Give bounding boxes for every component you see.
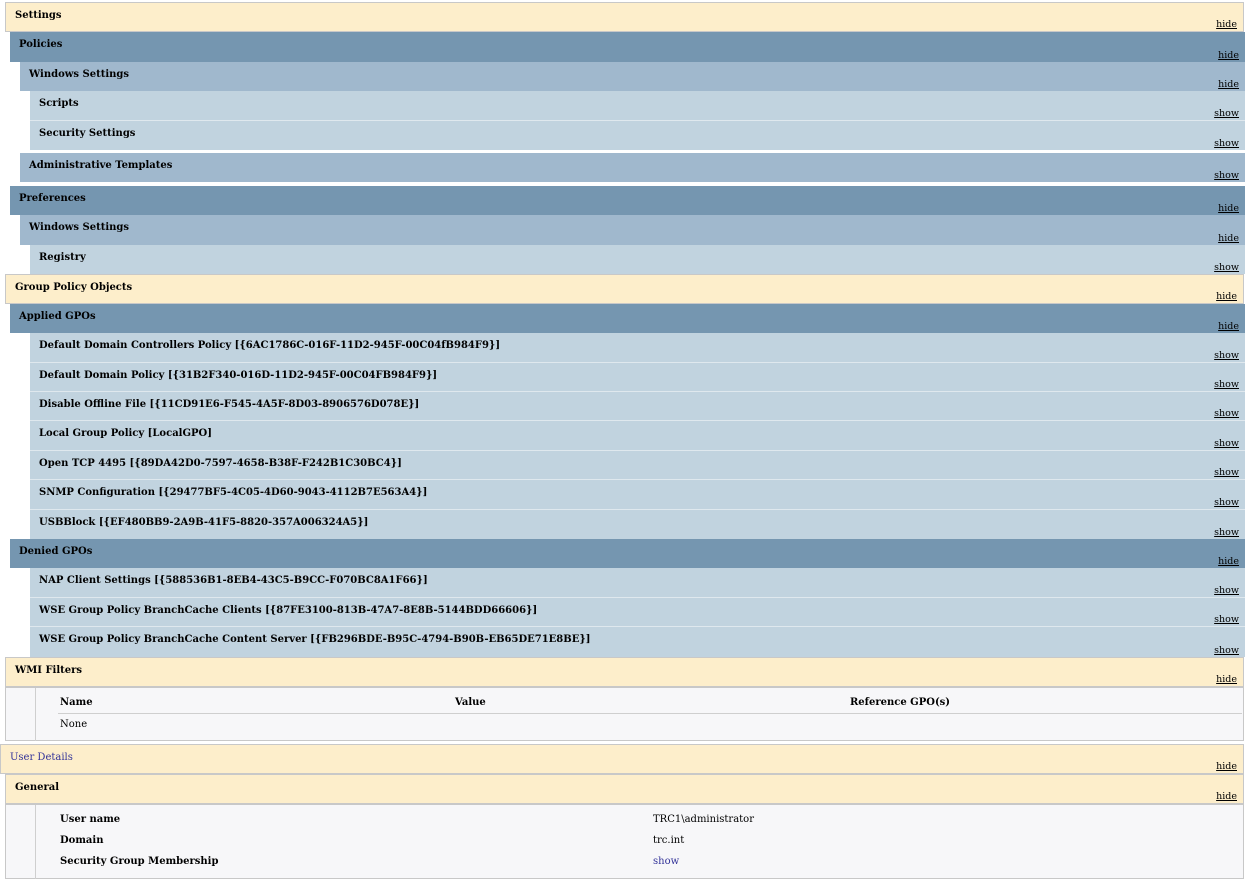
hide-link[interactable]: hide (1216, 291, 1237, 302)
list-item-applied-gpo: USBBlock [{EF480BB9-2A9B-41F5-8820-357A0… (30, 510, 1245, 539)
list-item-denied-gpo: WSE Group Policy BranchCache Clients [{8… (30, 598, 1245, 627)
section-title: Settings (15, 10, 62, 21)
section-wmi-filters: WMI Filters hide (5, 657, 1244, 687)
list-item-applied-gpo: Default Domain Controllers Policy [{6AC1… (30, 333, 1245, 363)
section-preferences-windows-settings: Windows Settings hide (20, 215, 1245, 245)
gpo-title: USBBlock [{EF480BB9-2A9B-41F5-8820-357A0… (39, 517, 369, 528)
list-item-applied-gpo: Disable Offline File [{11CD91E6-F545-4A5… (30, 392, 1245, 421)
section-title: User Details (10, 752, 73, 763)
gpo-title: Disable Offline File [{11CD91E6-F545-4A5… (39, 399, 420, 410)
user-name-label: User name (60, 814, 121, 825)
section-group-policy-objects: Group Policy Objects hide (5, 274, 1244, 304)
show-link[interactable]: show (1214, 614, 1239, 625)
show-link[interactable]: show (1214, 170, 1239, 181)
section-settings: Settings hide (5, 2, 1244, 32)
list-item-applied-gpo: Open TCP 4495 [{89DA42D0-7597-4658-B38F-… (30, 451, 1245, 480)
hide-link[interactable]: hide (1218, 233, 1239, 244)
gpo-title: SNMP Configuration [{29477BF5-4C05-4D60-… (39, 487, 428, 498)
show-link[interactable]: show (1214, 108, 1239, 119)
gpo-title: Default Domain Policy [{31B2F340-016D-11… (39, 370, 438, 381)
hide-link[interactable]: hide (1218, 321, 1239, 332)
section-title: Preferences (19, 193, 86, 204)
hide-link[interactable]: hide (1218, 79, 1239, 90)
column-header-value: Value (455, 697, 486, 708)
section-title: Policies (19, 39, 63, 50)
section-title: General (15, 782, 60, 793)
section-title: Windows Settings (29, 69, 130, 80)
user-name-value: TRC1\administrator (653, 814, 754, 825)
section-title: WMI Filters (15, 665, 83, 676)
section-policies: Policies hide (10, 32, 1245, 62)
show-link[interactable]: show (1214, 138, 1239, 149)
list-item-applied-gpo: Local Group Policy [LocalGPO] show (30, 421, 1245, 451)
section-title: Group Policy Objects (15, 282, 133, 293)
gpo-title: Open TCP 4495 [{89DA42D0-7597-4658-B38F-… (39, 458, 402, 469)
section-title: Applied GPOs (19, 311, 96, 322)
show-link[interactable]: show (1214, 585, 1239, 596)
header-divider (58, 713, 1242, 714)
gpo-title: Default Domain Controllers Policy [{6AC1… (39, 340, 501, 351)
wmi-filters-table: Name Value Reference GPO(s) None (5, 687, 1244, 741)
hide-link[interactable]: hide (1218, 203, 1239, 214)
column-header-name: Name (60, 697, 93, 708)
gpo-title: NAP Client Settings [{588536B1-8EB4-43C5… (39, 575, 428, 586)
indent-line (35, 805, 36, 879)
section-security-settings: Security Settings show (30, 121, 1245, 150)
hide-link[interactable]: hide (1216, 674, 1237, 685)
show-link[interactable]: show (1214, 467, 1239, 478)
list-item-denied-gpo: WSE Group Policy BranchCache Content Ser… (30, 627, 1245, 657)
gpo-title: WSE Group Policy BranchCache Content Ser… (39, 634, 591, 645)
section-title: Windows Settings (29, 222, 130, 233)
section-title: Security Settings (39, 128, 136, 139)
show-link[interactable]: show (1214, 379, 1239, 390)
list-item-denied-gpo: NAP Client Settings [{588536B1-8EB4-43C5… (30, 568, 1245, 598)
show-link[interactable]: show (1214, 350, 1239, 361)
section-title: Registry (39, 252, 86, 263)
section-policies-windows-settings: Windows Settings hide (20, 62, 1245, 91)
gpo-title: WSE Group Policy BranchCache Clients [{8… (39, 605, 538, 616)
column-header-reference-gpos: Reference GPO(s) (850, 697, 951, 708)
show-link[interactable]: show (1214, 262, 1239, 273)
hide-link[interactable]: hide (1216, 791, 1237, 802)
hide-link[interactable]: hide (1218, 556, 1239, 567)
domain-value: trc.int (653, 835, 685, 846)
section-title: Administrative Templates (29, 160, 173, 171)
security-group-membership-label: Security Group Membership (60, 856, 219, 867)
hide-link[interactable]: hide (1216, 19, 1237, 30)
show-link[interactable]: show (1214, 527, 1239, 538)
hide-link[interactable]: hide (1216, 761, 1237, 772)
gpo-title: Local Group Policy [LocalGPO] (39, 428, 212, 439)
section-preferences: Preferences hide (10, 186, 1245, 215)
section-denied-gpos: Denied GPOs hide (10, 539, 1245, 568)
section-general: General hide (5, 774, 1244, 804)
indent-line (35, 688, 36, 741)
section-title: Scripts (39, 98, 79, 109)
show-link[interactable]: show (1214, 497, 1239, 508)
section-registry: Registry show (30, 245, 1245, 274)
general-details-table: User name TRC1\administrator Domain trc.… (5, 804, 1244, 879)
section-scripts: Scripts show (30, 91, 1245, 121)
section-administrative-templates: Administrative Templates show (20, 153, 1245, 182)
list-item-applied-gpo: Default Domain Policy [{31B2F340-016D-11… (30, 363, 1245, 392)
section-title: Denied GPOs (19, 546, 93, 557)
security-group-membership-show-link[interactable]: show (653, 856, 679, 867)
show-link[interactable]: show (1214, 438, 1239, 449)
show-link[interactable]: show (1214, 408, 1239, 419)
hide-link[interactable]: hide (1218, 50, 1239, 61)
domain-label: Domain (60, 835, 104, 846)
section-user-details: User Details hide (0, 744, 1244, 774)
list-item-applied-gpo: SNMP Configuration [{29477BF5-4C05-4D60-… (30, 480, 1245, 510)
show-link[interactable]: show (1214, 645, 1239, 656)
section-applied-gpos: Applied GPOs hide (10, 304, 1245, 333)
table-cell-none: None (60, 719, 88, 730)
